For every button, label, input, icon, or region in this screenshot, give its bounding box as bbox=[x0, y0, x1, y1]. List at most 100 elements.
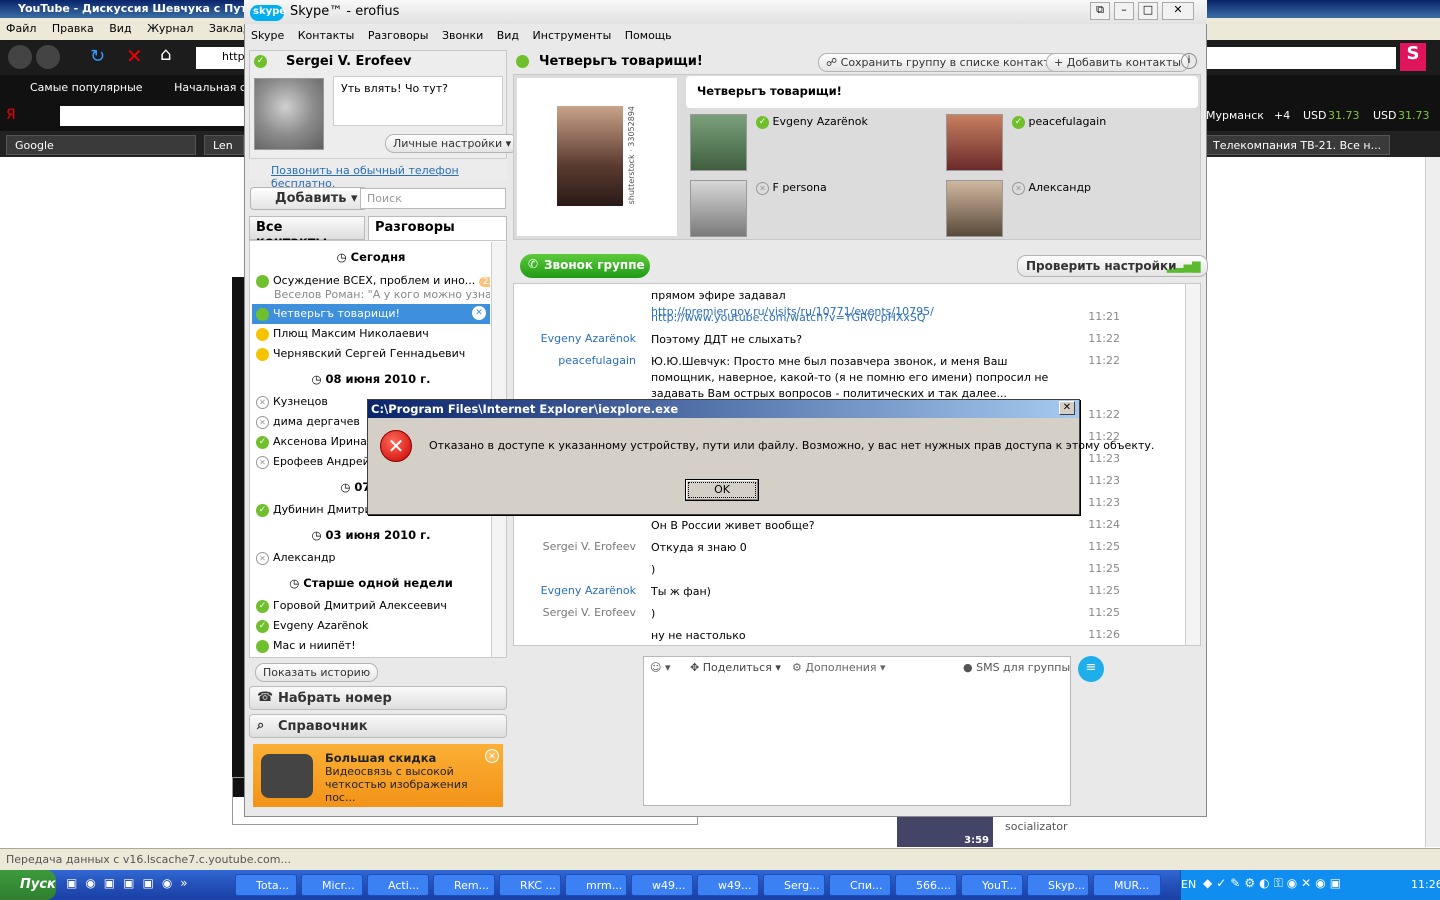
taskbar-item[interactable]: YouT... bbox=[961, 874, 1023, 896]
group-call-button[interactable]: ✆ Звонок группе bbox=[520, 254, 650, 278]
list-item-selected[interactable]: Четверьгъ товарищи! ✕ bbox=[252, 304, 490, 324]
chat-author[interactable]: Evgeny Azarënok bbox=[514, 584, 636, 597]
chat-author[interactable]: Sergei V. Erofeev bbox=[514, 606, 636, 619]
member-avatar[interactable] bbox=[946, 114, 1003, 171]
tab-len[interactable]: Len bbox=[204, 135, 244, 155]
stop-icon[interactable]: ✕ bbox=[126, 44, 143, 68]
skype-menu-help[interactable]: Помощь bbox=[625, 29, 672, 42]
home-icon[interactable]: ⌂ bbox=[160, 44, 171, 65]
send-icon[interactable]: ≡ bbox=[1078, 656, 1104, 682]
taskbar-item[interactable]: Rem... bbox=[433, 874, 495, 896]
message-input[interactable] bbox=[643, 656, 1071, 806]
restore-icon[interactable]: ⧉ bbox=[1090, 2, 1110, 20]
tab-all-contacts[interactable]: Все контакты bbox=[249, 216, 365, 250]
skype-menu-calls[interactable]: Звонки bbox=[442, 29, 483, 42]
chat-author[interactable]: peacefulagain bbox=[514, 354, 636, 367]
sms-button[interactable]: ● SMS для группы bbox=[963, 661, 1070, 674]
add-contact-button[interactable]: Добавить ▾ bbox=[250, 187, 367, 210]
list-item[interactable]: ✕ Александр bbox=[252, 548, 490, 568]
share-button[interactable]: ✥ Поделиться ▾ bbox=[690, 661, 781, 674]
maximize-icon[interactable]: □ bbox=[1138, 2, 1158, 20]
video-thumb[interactable]: 3:59 bbox=[897, 817, 993, 847]
back-icon[interactable] bbox=[8, 45, 32, 69]
taskbar-item[interactable]: mrm... bbox=[565, 874, 627, 896]
skype-menu-contacts[interactable]: Контакты bbox=[298, 29, 355, 42]
chat-author[interactable]: Evgeny Azarënok bbox=[514, 332, 636, 345]
language-indicator[interactable]: EN bbox=[1181, 878, 1196, 891]
menu-view[interactable]: Вид bbox=[109, 22, 131, 35]
taskbar-item[interactable]: Serg... bbox=[763, 874, 825, 896]
group-avatar[interactable]: shutterstock · 33052894 bbox=[517, 78, 677, 236]
member-name[interactable]: ✕ Александр bbox=[1012, 181, 1091, 195]
emoticon-button[interactable]: ☺ ▾ bbox=[650, 661, 671, 674]
tab-tv21[interactable]: Телекомпания ТВ-21. Все н... bbox=[1204, 135, 1390, 155]
close-conversation-icon[interactable]: ✕ bbox=[472, 306, 486, 320]
skype-menu-conversations[interactable]: Разговоры bbox=[368, 29, 429, 42]
member-avatar[interactable] bbox=[690, 180, 747, 237]
list-item[interactable]: Плющ Максим Николаевич bbox=[252, 324, 490, 344]
quick-launch[interactable]: ▣◉▣▣▣◉» bbox=[66, 876, 226, 894]
save-group-button[interactable]: ☍ Сохранить группу в списке контактов bbox=[818, 53, 1071, 72]
directory-panel[interactable]: ⌕ Справочник bbox=[249, 714, 507, 738]
list-item[interactable]: Чернявский Сергей Геннадьевич bbox=[252, 344, 490, 364]
tab-conversations[interactable]: Разговоры bbox=[368, 216, 507, 240]
member-avatar[interactable] bbox=[690, 114, 747, 171]
taskbar-item[interactable]: Acti... bbox=[367, 874, 429, 896]
chat-link[interactable]: http://www.youtube.com/watch?v=YGRVcpHXx… bbox=[651, 310, 1071, 326]
tray-icons[interactable]: ◆✓✎⚙◐⚿◉✕◉▣ bbox=[1203, 876, 1345, 891]
list-item[interactable]: Мас и ниипёт! bbox=[252, 636, 490, 656]
page-scrollbar[interactable] bbox=[1425, 157, 1440, 847]
tab-google[interactable]: Google bbox=[6, 135, 196, 155]
taskbar-item[interactable]: 566.... bbox=[895, 874, 957, 896]
menu-edit[interactable]: Правка bbox=[52, 22, 94, 35]
addon-s-icon[interactable]: S bbox=[1400, 43, 1426, 71]
list-item[interactable]: Осуждение ВСЕХ, проблем и ино... 223Весе… bbox=[252, 271, 490, 305]
check-settings-button[interactable]: Проверить настройки ▂▃▅▇ bbox=[1017, 255, 1208, 277]
bookmark-start[interactable]: Начальная с bbox=[174, 81, 246, 94]
skype-menu-view[interactable]: Вид bbox=[497, 29, 519, 42]
reload-icon[interactable]: ↻ bbox=[90, 46, 105, 67]
taskbar-item[interactable]: Спи... bbox=[829, 874, 891, 896]
taskbar-item[interactable]: MUR... bbox=[1093, 874, 1161, 896]
group-topic[interactable]: Четверьгъ товарищи! bbox=[686, 76, 1198, 108]
menu-file[interactable]: Файл bbox=[6, 22, 36, 35]
start-button[interactable]: Пуск bbox=[0, 870, 56, 900]
show-history-button[interactable]: Показать историю bbox=[255, 663, 379, 682]
personal-settings-button[interactable]: Личные настройки ▾ bbox=[385, 134, 520, 153]
menu-history[interactable]: Журнал bbox=[147, 22, 193, 35]
extras-button[interactable]: ⚙ Дополнения ▾ bbox=[792, 661, 886, 674]
weather-city[interactable]: Мурманск bbox=[1206, 109, 1264, 122]
skype-menu-skype[interactable]: Skype bbox=[251, 29, 284, 42]
dialog-close-icon[interactable]: ✕ bbox=[1059, 401, 1075, 415]
taskbar-item[interactable]: Skyp... bbox=[1027, 874, 1089, 896]
list-item[interactable]: ✓ Evgeny Azarënok bbox=[252, 616, 490, 636]
add-contacts-button[interactable]: + Добавить контакты bbox=[1046, 53, 1190, 72]
dial-number-panel[interactable]: ☎ Набрать номер bbox=[249, 686, 507, 710]
avatar[interactable] bbox=[254, 78, 324, 150]
taskbar-item[interactable]: RKC ... bbox=[499, 874, 561, 896]
taskbar-item[interactable]: Tota... bbox=[235, 874, 297, 896]
ok-button[interactable]: OK bbox=[685, 479, 759, 501]
taskbar-item[interactable]: Micr... bbox=[301, 874, 363, 896]
yandex-logo[interactable]: Я bbox=[6, 107, 16, 123]
forward-icon[interactable] bbox=[36, 45, 60, 69]
info-icon[interactable]: i bbox=[1181, 53, 1197, 69]
chat-scrollbar[interactable] bbox=[1185, 284, 1200, 645]
taskbar-item[interactable]: w49... bbox=[697, 874, 759, 896]
list-item[interactable]: ✓ Горовой Дмитрий Алексеевич bbox=[252, 596, 490, 616]
profile-name[interactable]: Sergei V. Erofeev bbox=[286, 54, 412, 69]
yandex-search[interactable] bbox=[60, 106, 244, 126]
bookmark-popular[interactable]: Самые популярные bbox=[30, 81, 143, 94]
mood-message[interactable]: Уть влять! Чо тут? bbox=[333, 76, 503, 126]
member-name[interactable]: ✕ F persona bbox=[756, 181, 827, 195]
member-name[interactable]: ✓ Evgeny Azarënok bbox=[756, 115, 868, 129]
contact-search-input[interactable]: Поиск bbox=[360, 188, 506, 209]
member-avatar[interactable] bbox=[946, 180, 1003, 237]
skype-menu-tools[interactable]: Инструменты bbox=[533, 29, 612, 42]
minimize-icon[interactable]: – bbox=[1114, 2, 1134, 20]
promo-banner[interactable]: Большая скидка Видеосвязь с высокой четк… bbox=[253, 744, 503, 807]
member-name[interactable]: ✓ peacefulagain bbox=[1012, 115, 1106, 129]
close-icon[interactable]: ✕ bbox=[1162, 2, 1194, 20]
chat-author[interactable]: Sergei V. Erofeev bbox=[514, 540, 636, 553]
promo-close-icon[interactable]: ✕ bbox=[485, 749, 499, 763]
